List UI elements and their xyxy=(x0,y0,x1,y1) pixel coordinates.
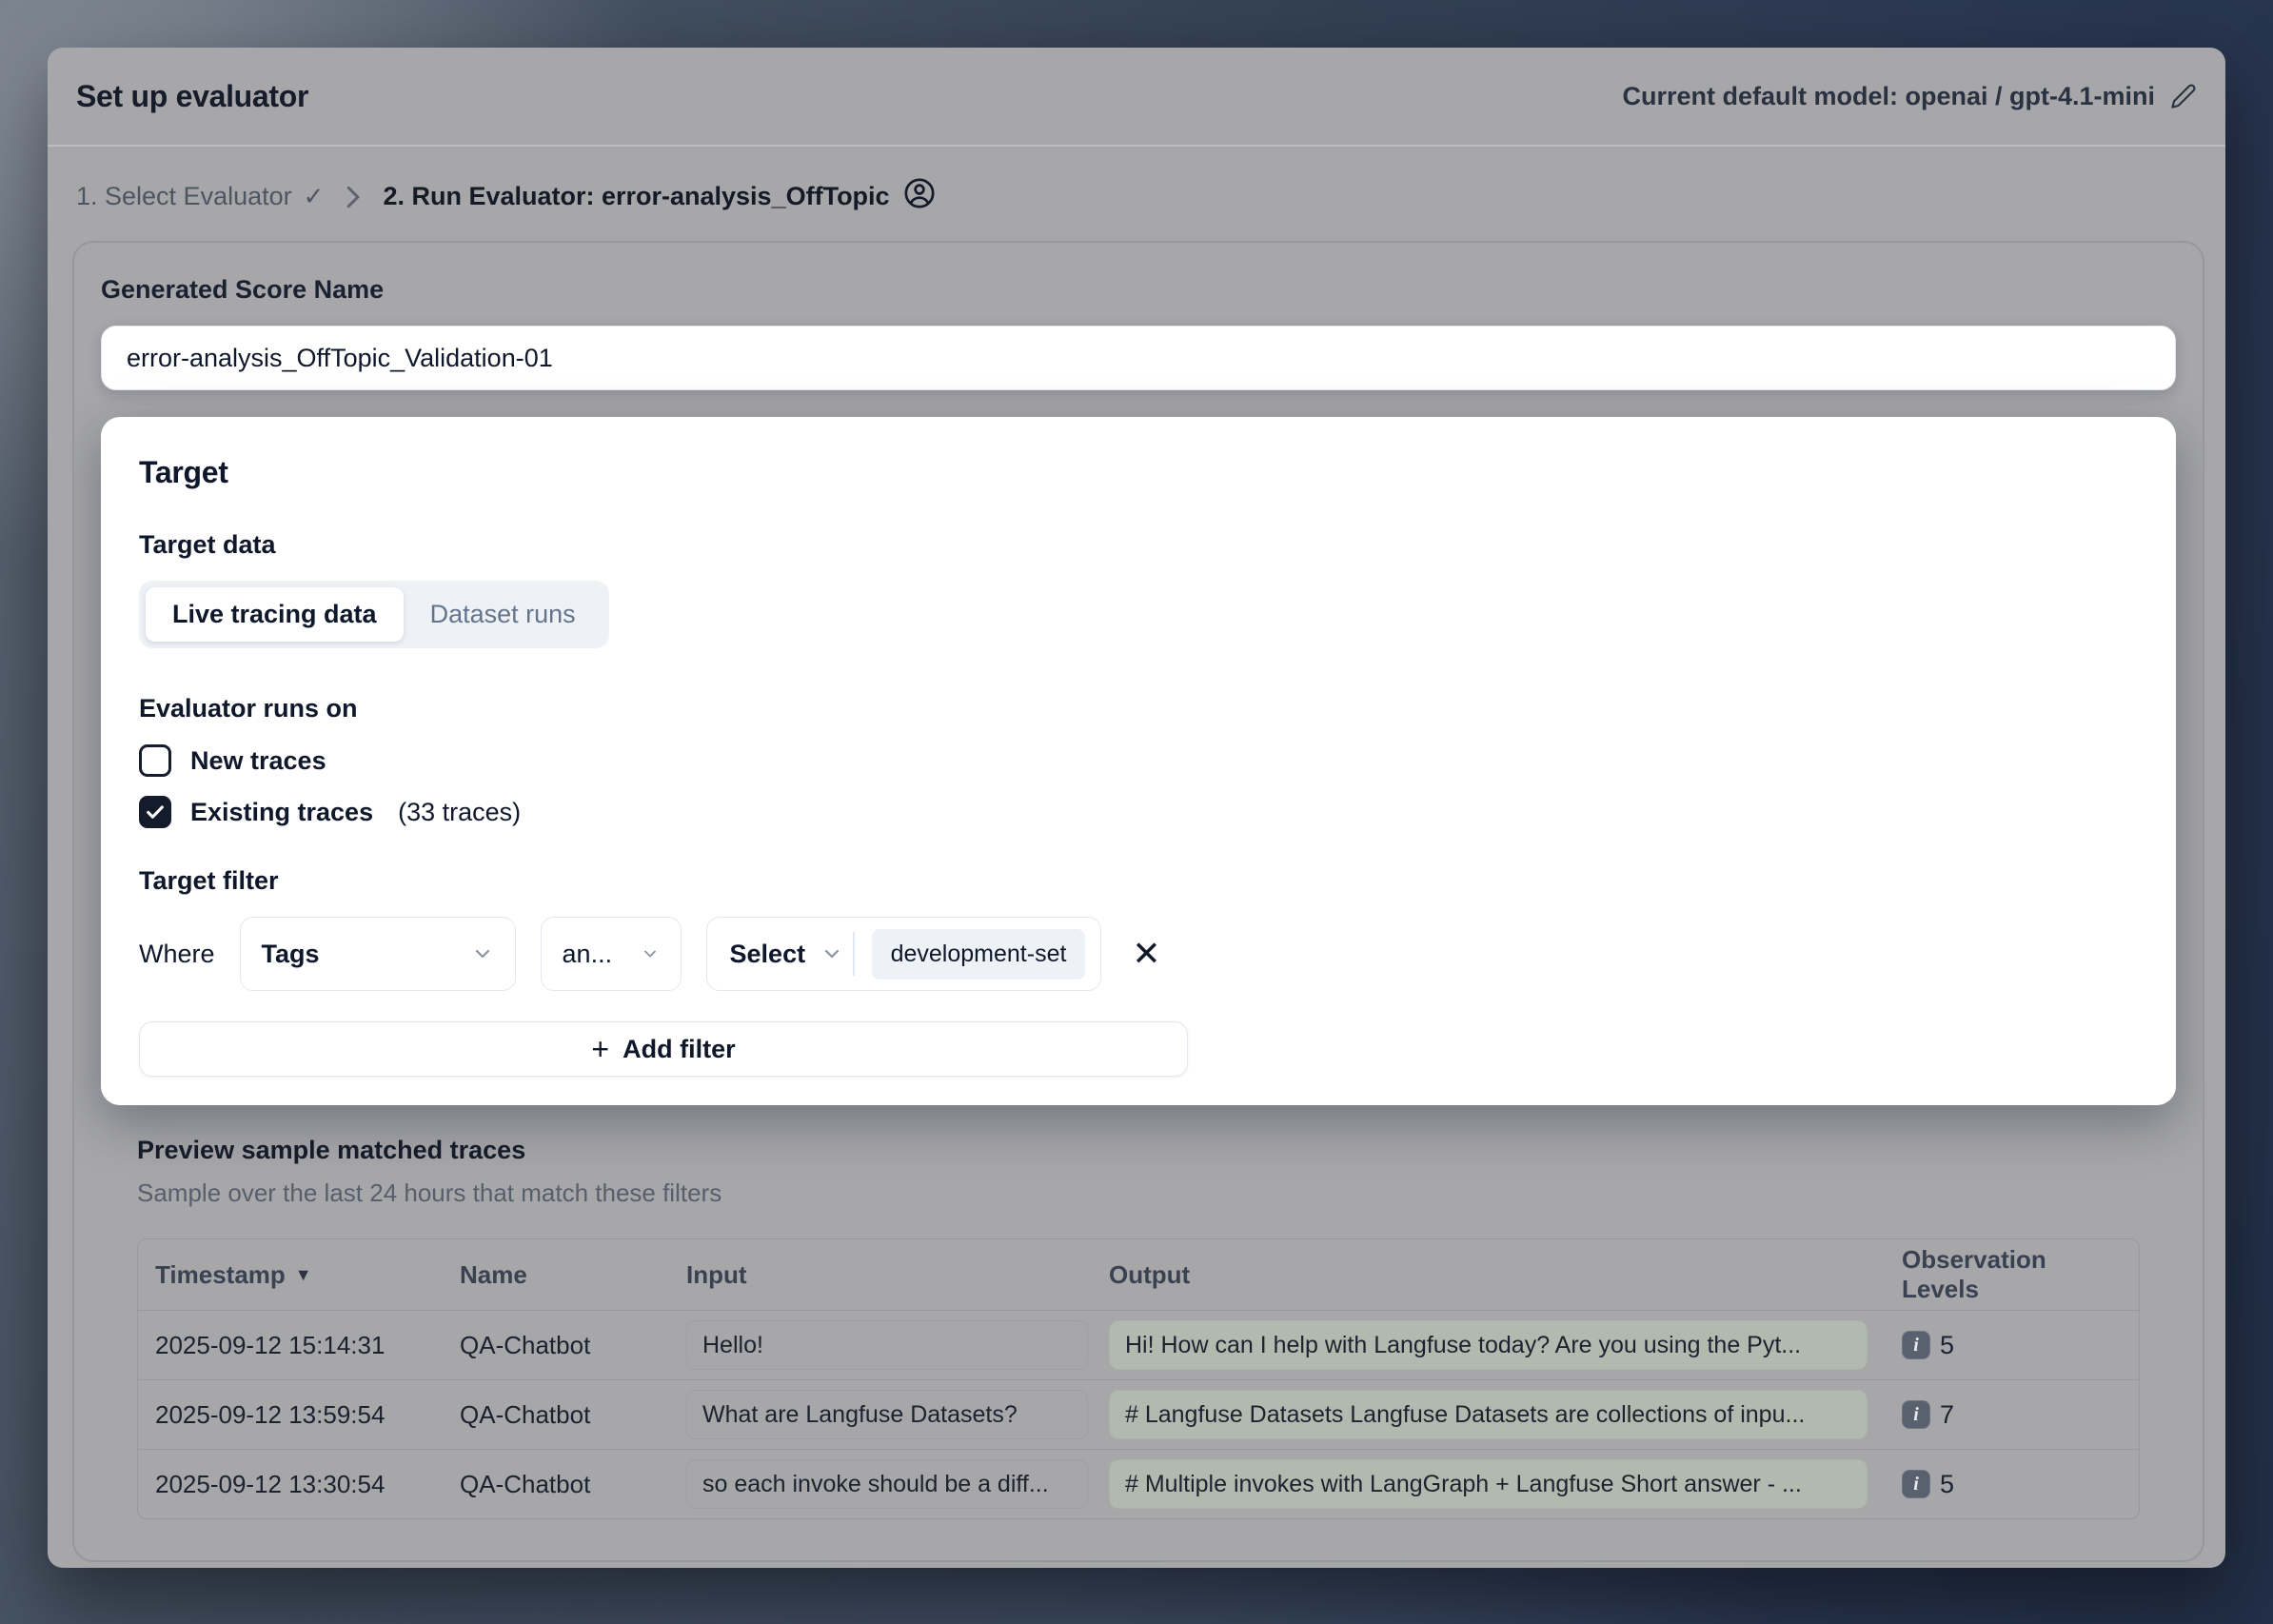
cell-output-chip[interactable]: # Multiple invokes with LangGraph + Lang… xyxy=(1109,1459,1868,1509)
existing-traces-row: Existing traces (33 traces) xyxy=(139,796,2138,828)
page-title: Set up evaluator xyxy=(76,79,308,114)
chevron-down-icon xyxy=(641,944,660,963)
cell-timestamp: 2025-09-12 13:59:54 xyxy=(155,1400,460,1430)
target-data-tabs: Live tracing data Dataset runs xyxy=(139,581,609,648)
table-header-row: Timestamp ▼ Name Input Output Observatio… xyxy=(138,1239,2139,1310)
table-row[interactable]: 2025-09-12 13:30:54 QA-Chatbot so each i… xyxy=(138,1449,2139,1518)
chevron-down-icon xyxy=(820,942,843,965)
target-title: Target xyxy=(139,455,2138,490)
runs-on-label: Evaluator runs on xyxy=(139,694,2138,723)
cell-observation-levels: i 5 xyxy=(1902,1470,2122,1499)
table-row[interactable]: 2025-09-12 15:14:31 QA-Chatbot Hello! Hi… xyxy=(138,1310,2139,1379)
new-traces-checkbox[interactable] xyxy=(139,744,171,777)
target-filter-label: Target filter xyxy=(139,866,2138,896)
plus-icon: + xyxy=(591,1032,609,1067)
add-filter-label: Add filter xyxy=(623,1035,736,1064)
info-badge-icon: i xyxy=(1902,1470,1930,1498)
col-input[interactable]: Input xyxy=(686,1260,1109,1290)
observation-count: 5 xyxy=(1940,1470,1954,1499)
breadcrumb-step1[interactable]: 1. Select Evaluator ✓ xyxy=(76,182,324,211)
divider xyxy=(853,932,855,976)
score-name-input[interactable] xyxy=(101,326,2176,390)
filter-value-chip[interactable]: development-set xyxy=(872,929,1086,980)
cell-output-chip[interactable]: # Langfuse Datasets Langfuse Datasets ar… xyxy=(1109,1390,1868,1439)
filter-operator-value: an... xyxy=(563,940,613,969)
setup-evaluator-dialog: Set up evaluator Current default model: … xyxy=(48,48,2225,1568)
col-output[interactable]: Output xyxy=(1109,1260,1902,1290)
cell-input-chip[interactable]: so each invoke should be a diff... xyxy=(686,1459,1088,1509)
dialog-header: Set up evaluator Current default model: … xyxy=(48,48,2225,147)
preview-title: Preview sample matched traces xyxy=(137,1136,2140,1165)
chevron-down-icon xyxy=(471,942,494,965)
sort-desc-icon: ▼ xyxy=(295,1265,312,1285)
cell-timestamp: 2025-09-12 15:14:31 xyxy=(155,1331,460,1360)
score-name-label: Generated Score Name xyxy=(101,275,2176,305)
cell-name: QA-Chatbot xyxy=(460,1470,686,1499)
table-body: 2025-09-12 15:14:31 QA-Chatbot Hello! Hi… xyxy=(138,1310,2139,1518)
new-traces-label: New traces xyxy=(190,746,326,776)
filter-value-select[interactable]: Select development-set xyxy=(706,917,1102,991)
breadcrumb-step2: 2. Run Evaluator: error-analysis_OffTopi… xyxy=(383,177,935,216)
breadcrumb-step1-label: 1. Select Evaluator xyxy=(76,182,292,211)
info-badge-icon: i xyxy=(1902,1400,1930,1429)
cell-timestamp: 2025-09-12 13:30:54 xyxy=(155,1470,460,1499)
cell-input-chip[interactable]: Hello! xyxy=(686,1320,1088,1370)
breadcrumb-step2-label: 2. Run Evaluator: error-analysis_OffTopi… xyxy=(383,182,889,211)
check-icon: ✓ xyxy=(304,182,325,211)
filter-column-value: Tags xyxy=(262,940,320,969)
existing-traces-checkbox[interactable] xyxy=(139,796,171,828)
filter-row: Where Tags an... Select development-set … xyxy=(139,917,2138,991)
new-traces-row: New traces xyxy=(139,744,2138,777)
trace-table: Timestamp ▼ Name Input Output Observatio… xyxy=(137,1238,2140,1519)
tab-dataset-runs[interactable]: Dataset runs xyxy=(404,587,603,642)
cell-observation-levels: i 5 xyxy=(1902,1331,2122,1360)
filter-operator-select[interactable]: an... xyxy=(541,917,682,991)
remove-filter-button[interactable]: ✕ xyxy=(1126,937,1166,971)
info-badge-icon: i xyxy=(1902,1331,1930,1359)
cell-name: QA-Chatbot xyxy=(460,1331,686,1360)
chevron-right-icon xyxy=(343,185,364,209)
table-row[interactable]: 2025-09-12 13:59:54 QA-Chatbot What are … xyxy=(138,1379,2139,1449)
col-name[interactable]: Name xyxy=(460,1260,686,1290)
preview-subtitle: Sample over the last 24 hours that match… xyxy=(137,1178,2140,1208)
observation-count: 7 xyxy=(1940,1400,1954,1430)
breadcrumb: 1. Select Evaluator ✓ 2. Run Evaluator: … xyxy=(48,147,2225,216)
cell-output-chip[interactable]: Hi! How can I help with Langfuse today? … xyxy=(1109,1320,1868,1370)
col-timestamp-label: Timestamp xyxy=(155,1260,286,1290)
tab-live-tracing-data[interactable]: Live tracing data xyxy=(146,587,404,642)
default-model-label: Current default model: openai / gpt-4.1-… xyxy=(1622,82,2155,111)
observation-count: 5 xyxy=(1940,1331,1954,1360)
evaluator-config-panel: Generated Score Name Target Target data … xyxy=(72,241,2204,1562)
existing-traces-label: Existing traces xyxy=(190,798,373,827)
where-label: Where xyxy=(139,940,215,969)
col-observation-levels[interactable]: Observation Levels xyxy=(1902,1245,2122,1304)
user-circle-icon xyxy=(903,177,936,216)
existing-traces-count: (33 traces) xyxy=(398,798,521,827)
col-timestamp[interactable]: Timestamp ▼ xyxy=(155,1260,460,1290)
cell-name: QA-Chatbot xyxy=(460,1400,686,1430)
filter-column-select[interactable]: Tags xyxy=(240,917,516,991)
cell-input-chip[interactable]: What are Langfuse Datasets? xyxy=(686,1390,1088,1439)
preview-section: Preview sample matched traces Sample ove… xyxy=(101,1105,2176,1519)
cell-observation-levels: i 7 xyxy=(1902,1400,2122,1430)
filter-value-placeholder: Select xyxy=(730,940,806,969)
edit-pencil-icon[interactable] xyxy=(2170,83,2197,109)
target-data-label: Target data xyxy=(139,530,2138,560)
default-model-control[interactable]: Current default model: openai / gpt-4.1-… xyxy=(1622,82,2197,111)
add-filter-button[interactable]: + Add filter xyxy=(139,1021,1188,1077)
target-card: Target Target data Live tracing data Dat… xyxy=(101,417,2176,1105)
